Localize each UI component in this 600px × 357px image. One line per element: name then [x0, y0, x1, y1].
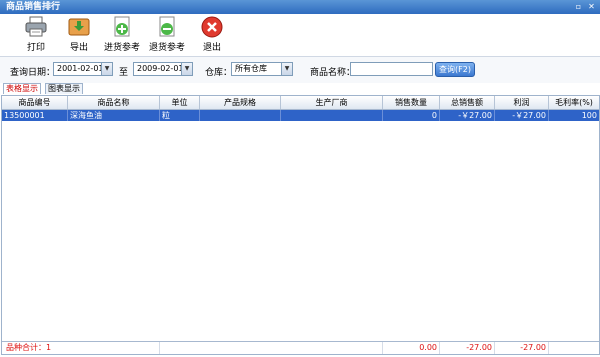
exit-label: 退出 [202, 43, 221, 53]
warehouse-label: 仓库： [205, 68, 233, 78]
column-header-margin[interactable]: 毛利率(%) [549, 96, 599, 109]
add-document-icon [110, 16, 134, 38]
column-header-total[interactable]: 总销售额 [440, 96, 495, 109]
to-label: 至 [119, 68, 129, 78]
warehouse-value: 所有仓库 [235, 64, 267, 73]
product-name-input[interactable] [350, 62, 433, 76]
chevron-down-icon[interactable]: ▼ [101, 63, 112, 75]
footer-profit: -27.00 [495, 342, 549, 354]
exit-icon [200, 16, 224, 38]
date-to-value: 2009-02-01 [137, 64, 184, 73]
title-bar: 商品销售排行 ▫ ✕ [0, 0, 600, 14]
cell-margin: 100 [581, 111, 597, 120]
footer-margin [549, 342, 599, 354]
column-header-code[interactable]: 商品编号 [2, 96, 68, 109]
cell-qty: 0 [383, 110, 440, 121]
cell-maker [281, 110, 383, 121]
sales-ranking-table: 商品编号 商品名称 单位 产品规格 生产厂商 销售数量 总销售额 利润 毛利率(… [1, 95, 600, 355]
export-label: 导出 [69, 43, 88, 53]
printer-icon [24, 16, 48, 38]
chevron-down-icon[interactable]: ▼ [281, 63, 292, 75]
column-header-profit[interactable]: 利润 [495, 96, 549, 109]
table-header: 商品编号 商品名称 单位 产品规格 生产厂商 销售数量 总销售额 利润 毛利率(… [2, 96, 599, 110]
close-window-icon[interactable]: ✕ [587, 2, 596, 11]
date-to-field[interactable]: 2009-02-01 ▼ [133, 62, 193, 76]
footer-qty: 0.00 [383, 342, 440, 354]
return-reference-button[interactable]: 退货参考 [149, 16, 185, 53]
column-header-unit[interactable]: 单位 [160, 96, 200, 109]
print-button[interactable]: 打印 [22, 16, 50, 53]
export-button[interactable]: 导出 [65, 16, 93, 53]
cell-unit: 粒 [160, 110, 200, 121]
exit-button[interactable]: 退出 [198, 16, 226, 53]
export-icon [67, 16, 91, 38]
column-header-spec[interactable]: 产品规格 [200, 96, 281, 109]
cell-spec [200, 110, 281, 121]
toolbar: 打印 导出 进货参考 退货参考 退出 [0, 14, 600, 56]
return-reference-label: 退货参考 [149, 43, 186, 53]
query-button[interactable]: 查询(F2) [435, 62, 475, 77]
cell-name: 深海鱼油 [68, 110, 160, 121]
chevron-down-icon[interactable]: ▼ [181, 63, 192, 75]
footer-empty [160, 342, 383, 354]
date-from-value: 2001-02-01 [57, 64, 104, 73]
tab-table-view[interactable]: 表格显示 [3, 83, 41, 94]
footer-count: 品种合计：1 [2, 342, 160, 354]
column-header-name[interactable]: 商品名称 [68, 96, 160, 109]
cell-profit: -￥27.00 [495, 110, 549, 121]
purchase-reference-button[interactable]: 进货参考 [104, 16, 140, 53]
remove-document-icon [155, 16, 179, 38]
footer-total: -27.00 [440, 342, 495, 354]
query-date-label: 查询日期： [10, 68, 56, 78]
table-row[interactable]: 13500001 深海鱼油 粒 0 -￥27.00 -￥27.00 100 [2, 110, 599, 121]
minimize-icon[interactable]: ▫ [574, 2, 583, 11]
window-title: 商品销售排行 [6, 2, 61, 12]
cell-total: -￥27.00 [440, 110, 495, 121]
app-window: 商品销售排行 ▫ ✕ 打印 导出 进货参考 退货参考 退出 查询日期： 2001… [0, 0, 600, 357]
cell-code: 13500001 [2, 110, 68, 121]
filter-bar: 查询日期： 2001-02-01 ▼ 至 2009-02-01 ▼ 仓库： 所有… [0, 56, 600, 83]
tab-chart-view[interactable]: 图表显示 [45, 83, 83, 94]
warehouse-select[interactable]: 所有仓库 ▼ [231, 62, 293, 76]
purchase-reference-label: 进货参考 [104, 43, 141, 53]
date-from-field[interactable]: 2001-02-01 ▼ [53, 62, 113, 76]
column-header-maker[interactable]: 生产厂商 [281, 96, 383, 109]
table-footer: 品种合计：1 0.00 -27.00 -27.00 [2, 341, 599, 354]
column-header-qty[interactable]: 销售数量 [383, 96, 440, 109]
product-name-label: 商品名称： [310, 68, 356, 78]
print-label: 打印 [26, 43, 45, 53]
